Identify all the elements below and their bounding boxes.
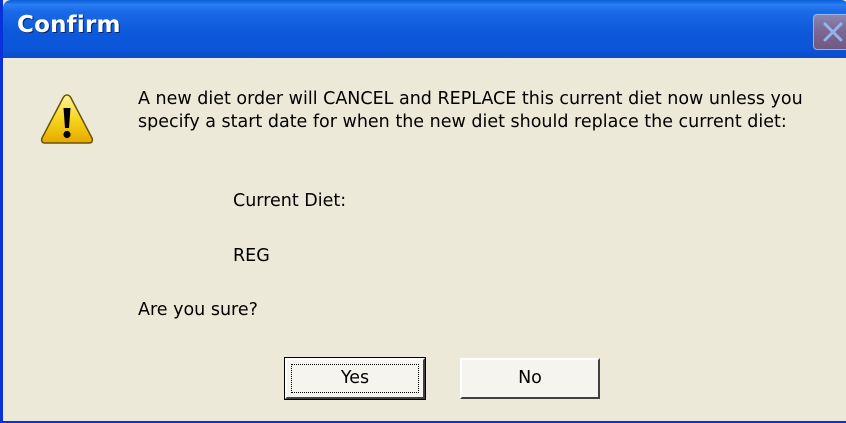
close-icon — [823, 22, 843, 42]
no-button[interactable]: No — [460, 358, 600, 399]
close-button[interactable] — [813, 14, 846, 50]
confirm-question: Are you sure? — [138, 300, 258, 320]
title-bar[interactable]: Confirm — [3, 0, 846, 58]
warning-icon — [40, 94, 94, 144]
dialog-message: A new diet order will CANCEL and REPLACE… — [138, 89, 809, 132]
no-button-label: No — [518, 368, 542, 388]
current-diet-value: REG — [233, 246, 270, 266]
yes-button[interactable]: Yes — [284, 357, 426, 400]
current-diet-label: Current Diet: — [233, 191, 347, 211]
window-title: Confirm — [17, 12, 121, 38]
confirm-dialog: Confirm A new diet order will CANCEL and… — [0, 0, 846, 423]
yes-button-label: Yes — [340, 368, 370, 388]
